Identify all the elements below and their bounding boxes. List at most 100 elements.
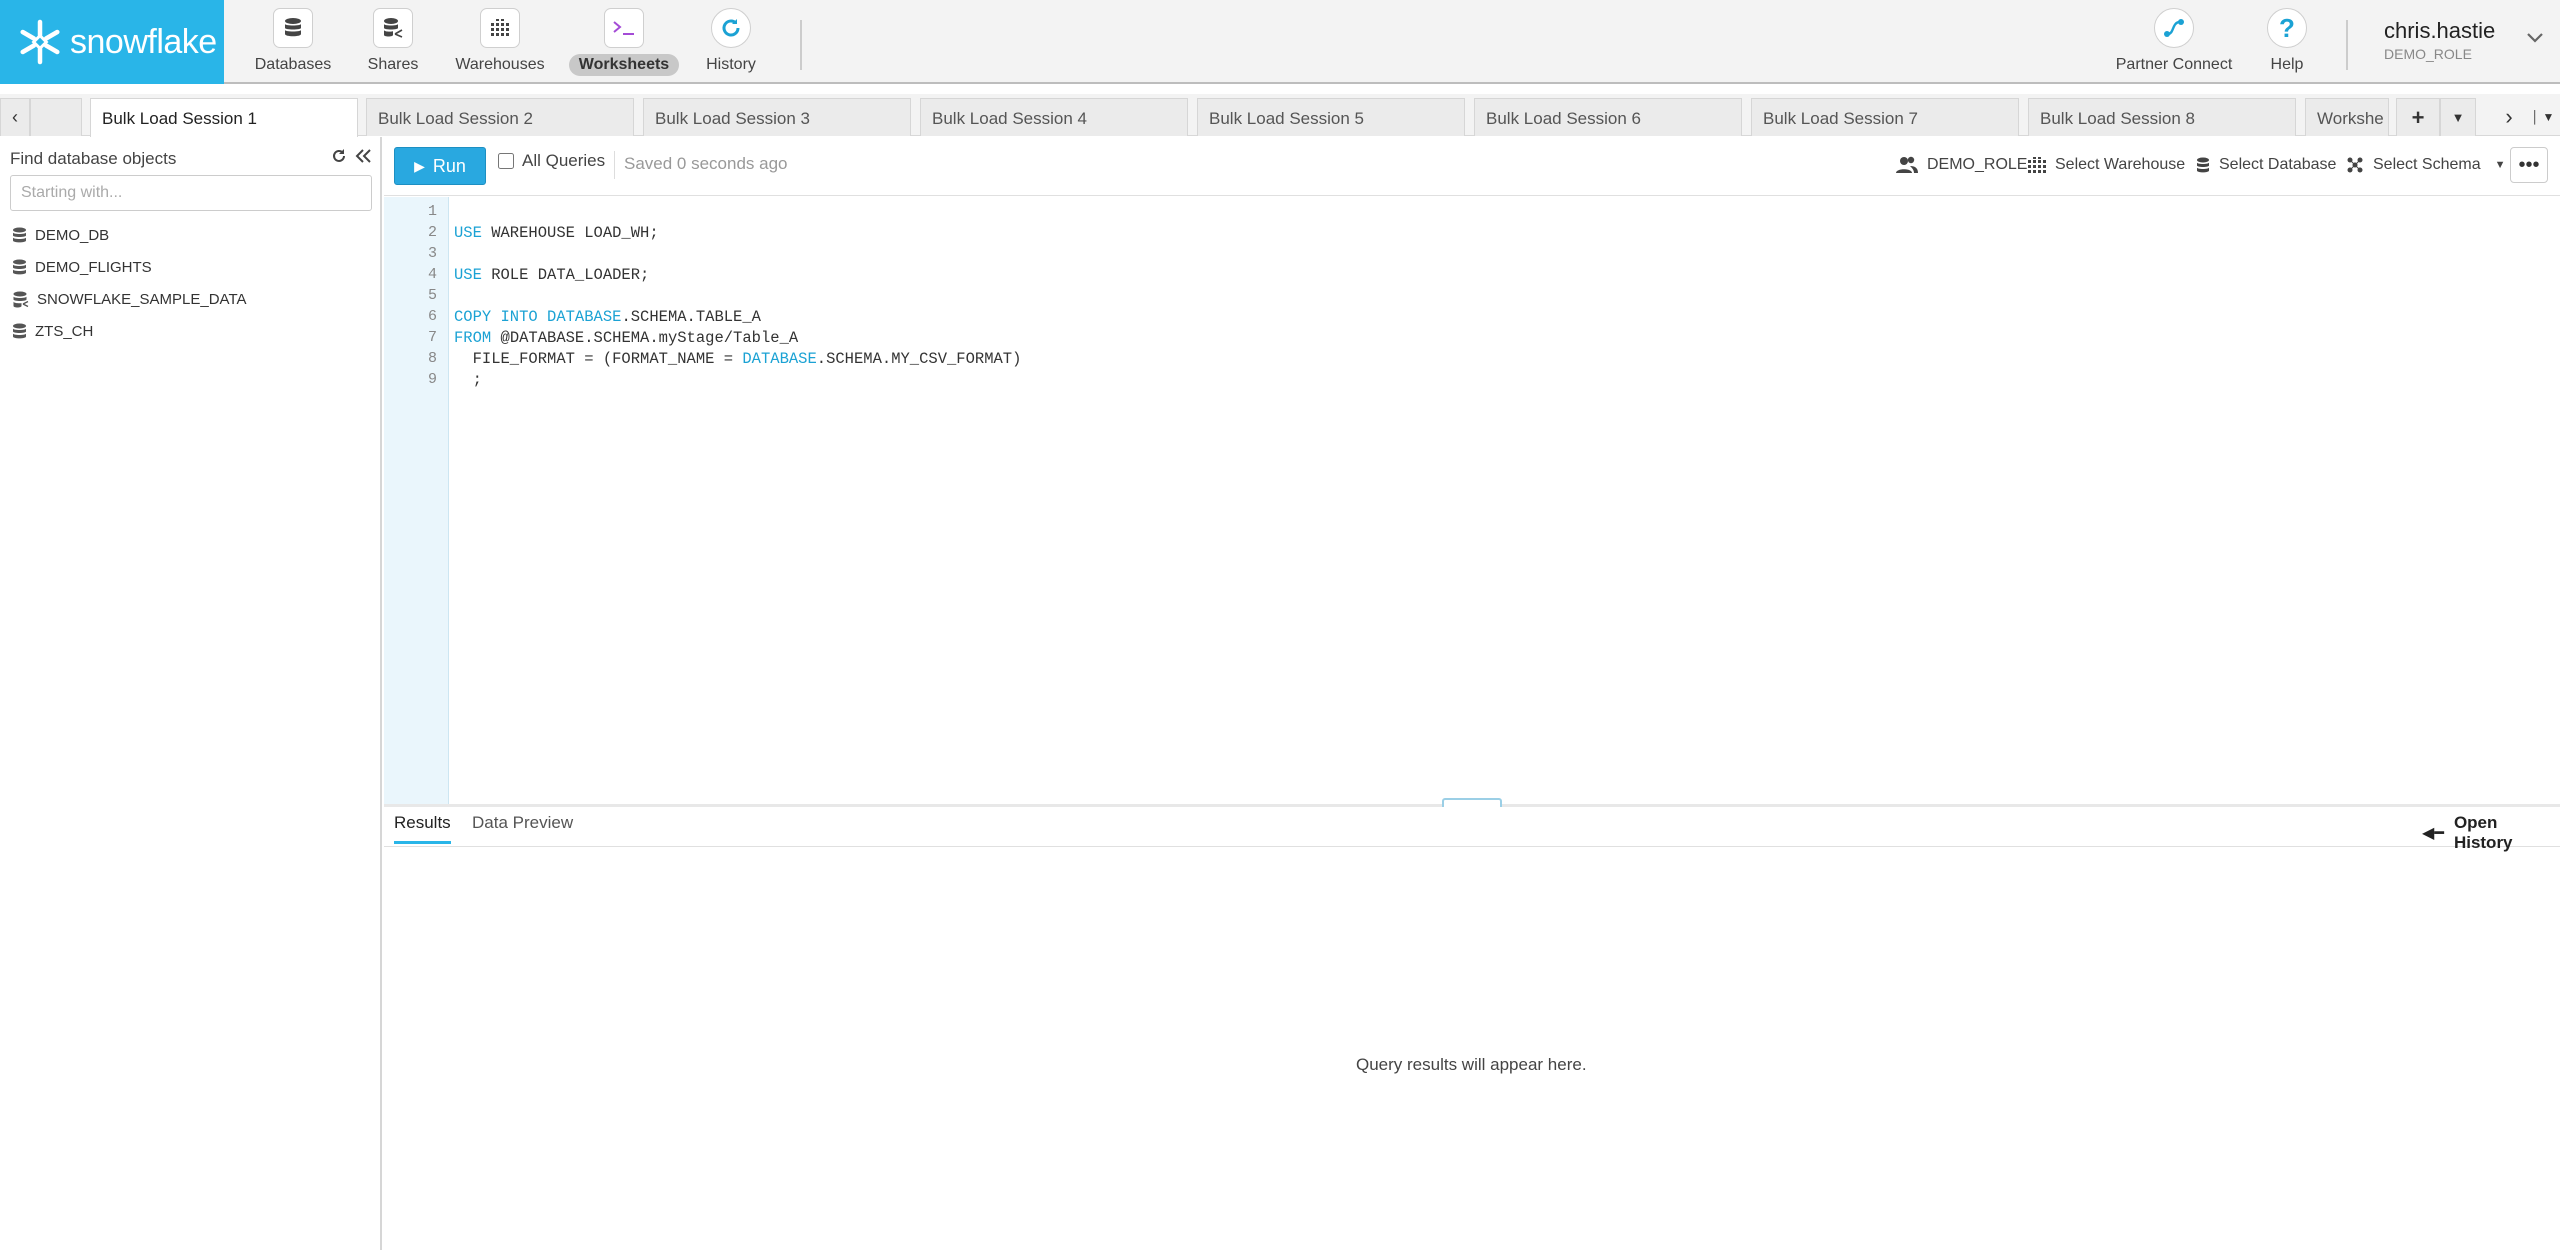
sql-text: ; <box>454 371 482 389</box>
sql-editor[interactable]: 1 2 3 4 5 6 7 8 9 USE WAREHOUSE LOAD_WH;… <box>384 197 2560 804</box>
code-line: COPY INTO DATABASE.SCHEMA.TABLE_A <box>454 308 761 326</box>
line-number: 4 <box>427 266 437 283</box>
users-icon <box>1896 156 1918 173</box>
database-selector[interactable]: Select Database <box>2196 156 2336 174</box>
more-options-button[interactable]: ••• <box>2510 147 2548 183</box>
worksheet-tab[interactable]: Bulk Load Session 7 <box>1751 98 2019 136</box>
database-icon <box>2197 157 2209 172</box>
nav-databases[interactable]: Databases <box>243 8 343 78</box>
line-number: 9 <box>427 371 437 388</box>
all-queries-checkbox[interactable] <box>498 153 514 169</box>
sql-keyword: DATABASE <box>742 350 817 368</box>
database-icon <box>13 323 26 338</box>
worksheet-tab[interactable]: Workshe <box>2305 98 2389 136</box>
database-search-input[interactable] <box>10 175 372 211</box>
worksheet-tab[interactable]: Bulk Load Session 2 <box>366 98 634 136</box>
run-button[interactable]: ▶ Run <box>394 147 486 185</box>
code-line: ; <box>454 371 482 389</box>
results-tab-bar: Results Data Preview ◀━ Open History <box>384 807 2560 852</box>
sql-keyword: USE <box>454 224 482 242</box>
chevron-left-icon: ‹ <box>12 107 18 127</box>
results-empty-message: Query results will appear here. <box>1356 1055 1587 1074</box>
nav-worksheets[interactable]: Worksheets <box>568 8 680 78</box>
database-icon <box>13 259 26 274</box>
database-name: ZTS_CH <box>35 322 94 340</box>
refresh-icon[interactable] <box>330 147 348 165</box>
line-number: 6 <box>427 308 437 325</box>
database-item[interactable]: DEMO_FLIGHTS <box>12 253 152 281</box>
database-object-browser: Find database objects DEMO_DB DEMO_FLIGH… <box>0 137 382 1250</box>
snowflake-icon <box>20 19 60 65</box>
sql-text: .SCHEMA.TABLE_A <box>621 308 761 326</box>
help-icon: ? <box>2267 8 2307 48</box>
code-line: USE ROLE DATA_LOADER; <box>454 266 649 284</box>
line-number: 1 <box>427 203 437 220</box>
collapse-panel-icon[interactable] <box>354 147 372 165</box>
nav-label: Databases <box>254 56 332 73</box>
database-item[interactable]: SNOWFLAKE_SAMPLE_DATA <box>12 285 247 313</box>
add-worksheet-button[interactable]: + <box>2396 98 2440 136</box>
caret-down-icon: ▼ <box>2451 110 2465 125</box>
partner-connect-icon <box>2154 8 2194 48</box>
nav-help[interactable]: ? Help <box>2237 8 2337 78</box>
all-queries-label: All Queries <box>522 151 606 170</box>
nav-shares[interactable]: Shares <box>343 8 443 78</box>
sql-keyword: COPY INTO DATABASE <box>454 308 622 326</box>
worksheet-tab[interactable]: Bulk Load Session 6 <box>1474 98 1742 136</box>
worksheet-toolbar: ▶ Run All Queries Saved 0 seconds ago DE… <box>384 137 2560 196</box>
line-number: 7 <box>427 329 437 346</box>
worksheet-tab[interactable]: Bulk Load Session 8 <box>2028 98 2296 136</box>
schema-selector[interactable]: Select Schema ▼ <box>2346 156 2506 174</box>
nav-divider <box>2346 20 2348 70</box>
line-number: 8 <box>427 350 437 367</box>
arrow-left-icon: ◀━ <box>2422 825 2444 842</box>
nav-partner-connect[interactable]: Partner Connect <box>2116 8 2232 78</box>
warehouse-selector[interactable]: Select Warehouse <box>2028 156 2185 174</box>
open-history-button[interactable]: ◀━ Open History <box>2422 813 2560 853</box>
line-number-gutter: 1 2 3 4 5 6 7 8 9 <box>384 197 449 804</box>
worksheet-tab[interactable]: Bulk Load Session 4 <box>920 98 1188 136</box>
tab-scroll-right[interactable]: › <box>2494 98 2524 136</box>
worksheet-tab[interactable]: Bulk Load Session 3 <box>643 98 911 136</box>
sql-text: FILE_FORMAT = (FORMAT_NAME = <box>454 350 743 368</box>
play-icon: ▶ <box>414 157 425 174</box>
sql-text: ROLE DATA_LOADER; <box>481 266 650 284</box>
database-item[interactable]: ZTS_CH <box>12 317 93 345</box>
database-value: Select Database <box>2219 156 2337 173</box>
user-role: DEMO_ROLE <box>2384 46 2472 62</box>
snowflake-logo[interactable]: snowflake <box>0 0 224 84</box>
database-icon <box>273 8 313 48</box>
save-status: Saved 0 seconds ago <box>624 154 788 173</box>
code-line: FILE_FORMAT = (FORMAT_NAME = DATABASE.SC… <box>454 350 1022 368</box>
schema-icon <box>2347 157 2363 173</box>
sql-keyword: USE <box>454 266 482 284</box>
toolbar-divider <box>614 151 615 179</box>
caret-down-icon: ▼ <box>2494 159 2506 171</box>
tab-scroll-left[interactable]: ‹ <box>0 98 30 136</box>
caret-down-icon: │ ▼ <box>2531 110 2555 124</box>
user-name[interactable]: chris.hastie <box>2384 18 2495 44</box>
role-selector[interactable]: DEMO_ROLE <box>1896 156 2027 174</box>
tab-data-preview[interactable]: Data Preview <box>472 813 573 841</box>
warehouse-icon <box>480 8 520 48</box>
nav-warehouses[interactable]: Warehouses <box>450 8 550 78</box>
nav-label: Shares <box>367 56 419 73</box>
sql-text: WAREHOUSE LOAD_WH; <box>481 224 659 242</box>
history-icon <box>711 8 751 48</box>
terminal-icon <box>604 8 644 48</box>
logo-text: snowflake <box>70 22 217 61</box>
line-number: 3 <box>427 245 437 262</box>
schema-value: Select Schema <box>2373 156 2481 173</box>
database-item[interactable]: DEMO_DB <box>12 221 109 249</box>
chevron-down-icon[interactable] <box>2526 32 2544 44</box>
code-line: USE WAREHOUSE LOAD_WH; <box>454 224 659 242</box>
tab-results[interactable]: Results <box>394 813 451 844</box>
warehouse-value: Select Warehouse <box>2055 156 2186 173</box>
worksheet-tab[interactable]: Bulk Load Session 5 <box>1197 98 1465 136</box>
all-queries-option[interactable]: All Queries <box>498 151 605 171</box>
worksheet-tab[interactable]: Bulk Load Session 1 <box>90 98 358 137</box>
worksheet-list-dropdown[interactable]: ▼ <box>2440 98 2476 136</box>
worksheet-menu[interactable]: │ ▼ <box>2526 98 2560 136</box>
nav-history[interactable]: History <box>681 8 781 78</box>
database-name: DEMO_FLIGHTS <box>35 258 152 276</box>
